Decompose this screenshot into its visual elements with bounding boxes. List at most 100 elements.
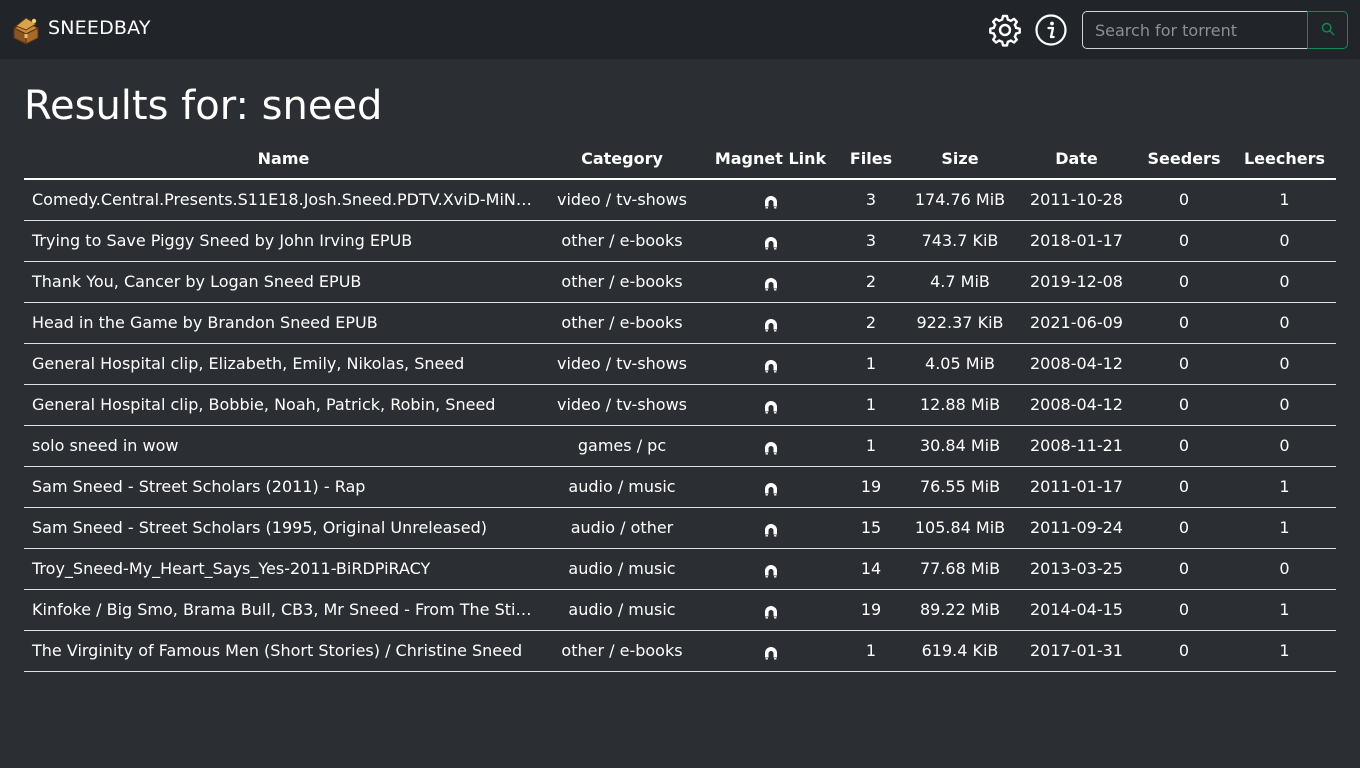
torrent-category-link[interactable]: audio / music	[543, 466, 701, 508]
results-table: Name Category Magnet Link Files Size Dat…	[24, 138, 1336, 672]
torrent-date: 2021-06-09	[1018, 302, 1135, 344]
torrent-files-count: 1	[840, 630, 902, 672]
torrent-name-link[interactable]: Kinfoke / Big Smo, Brama Bull, CB3, Mr S…	[24, 589, 543, 631]
torrent-files-count: 2	[840, 261, 902, 303]
torrent-category-link[interactable]: audio / music	[543, 589, 701, 631]
torrent-size: 174.76 MiB	[902, 179, 1018, 221]
torrent-category-link[interactable]: other / e-books	[543, 630, 701, 672]
torrent-files-count: 1	[840, 425, 902, 467]
table-row: Kinfoke / Big Smo, Brama Bull, CB3, Mr S…	[24, 589, 1336, 631]
torrent-size: 77.68 MiB	[902, 548, 1018, 590]
torrent-seeders: 0	[1135, 343, 1233, 385]
column-header-files[interactable]: Files	[840, 138, 902, 180]
torrent-leechers: 0	[1233, 384, 1336, 426]
torrent-date: 2014-04-15	[1018, 589, 1135, 631]
column-header-name[interactable]: Name	[24, 138, 543, 180]
torrent-size: 89.22 MiB	[902, 589, 1018, 631]
torrent-files-count: 19	[840, 589, 902, 631]
torrent-files-count: 3	[840, 220, 902, 262]
torrent-leechers: 1	[1233, 179, 1336, 221]
gear-icon[interactable]	[988, 13, 1022, 47]
torrent-name-link[interactable]: General Hospital clip, Bobbie, Noah, Pat…	[24, 384, 543, 426]
magnet-icon[interactable]	[763, 481, 779, 497]
torrent-leechers: 0	[1233, 343, 1336, 385]
column-header-size[interactable]: Size	[902, 138, 1018, 180]
search-button[interactable]	[1307, 11, 1348, 49]
magnet-icon[interactable]	[763, 276, 779, 292]
magnet-icon[interactable]	[763, 522, 779, 538]
torrent-seeders: 0	[1135, 425, 1233, 467]
magnet-icon[interactable]	[763, 317, 779, 333]
torrent-date: 2008-11-21	[1018, 425, 1135, 467]
magnet-icon[interactable]	[763, 399, 779, 415]
torrent-category-link[interactable]: video / tv-shows	[543, 179, 701, 221]
torrent-leechers: 0	[1233, 302, 1336, 344]
torrent-name-link[interactable]: Trying to Save Piggy Sneed by John Irvin…	[24, 220, 543, 262]
navbar: SNEEDBAY	[0, 0, 1360, 59]
torrent-category-link[interactable]: games / pc	[543, 425, 701, 467]
torrent-name-link[interactable]: General Hospital clip, Elizabeth, Emily,…	[24, 343, 543, 385]
magnet-icon[interactable]	[763, 604, 779, 620]
torrent-name-link[interactable]: Thank You, Cancer by Logan Sneed EPUB	[24, 261, 543, 303]
magnet-icon[interactable]	[763, 563, 779, 579]
magnet-cell	[701, 384, 840, 426]
torrent-name-link[interactable]: Sam Sneed - Street Scholars (1995, Origi…	[24, 507, 543, 549]
table-row: solo sneed in wow games / pc 1 30.84 MiB 200…	[24, 425, 1336, 467]
magnet-cell	[701, 343, 840, 385]
torrent-name-link[interactable]: Head in the Game by Brandon Sneed EPUB	[24, 302, 543, 344]
magnet-cell	[701, 179, 840, 221]
column-header-seeders[interactable]: Seeders	[1135, 138, 1233, 180]
torrent-category-link[interactable]: other / e-books	[543, 302, 701, 344]
info-icon[interactable]	[1034, 13, 1068, 47]
torrent-seeders: 0	[1135, 630, 1233, 672]
torrent-leechers: 1	[1233, 630, 1336, 672]
torrent-leechers: 1	[1233, 466, 1336, 508]
magnet-icon[interactable]	[763, 194, 779, 210]
torrent-leechers: 0	[1233, 425, 1336, 467]
column-header-date[interactable]: Date	[1018, 138, 1135, 180]
torrent-size: 619.4 KiB	[902, 630, 1018, 672]
table-row: Troy_Sneed-My_Heart_Says_Yes-2011-BiRDPi…	[24, 548, 1336, 590]
torrent-files-count: 1	[840, 384, 902, 426]
torrent-date: 2011-10-28	[1018, 179, 1135, 221]
torrent-name-link[interactable]: Troy_Sneed-My_Heart_Says_Yes-2011-BiRDPi…	[24, 548, 543, 590]
magnet-icon[interactable]	[763, 645, 779, 661]
torrent-name-link[interactable]: solo sneed in wow	[24, 425, 543, 467]
brand-link[interactable]: SNEEDBAY	[10, 14, 151, 46]
column-header-category[interactable]: Category	[543, 138, 701, 180]
torrent-size: 922.37 KiB	[902, 302, 1018, 344]
search-input[interactable]	[1082, 11, 1308, 49]
torrent-date: 2008-04-12	[1018, 343, 1135, 385]
torrent-size: 4.7 MiB	[902, 261, 1018, 303]
torrent-category-link[interactable]: video / tv-shows	[543, 384, 701, 426]
torrent-name-link[interactable]: Comedy.Central.Presents.S11E18.Josh.Snee…	[24, 179, 543, 221]
magnet-cell	[701, 548, 840, 590]
torrent-files-count: 2	[840, 302, 902, 344]
torrent-seeders: 0	[1135, 384, 1233, 426]
magnet-icon[interactable]	[763, 358, 779, 374]
torrent-size: 12.88 MiB	[902, 384, 1018, 426]
magnet-cell	[701, 630, 840, 672]
table-row: Sam Sneed - Street Scholars (2011) - Rap…	[24, 466, 1336, 508]
torrent-category-link[interactable]: other / e-books	[543, 261, 701, 303]
torrent-category-link[interactable]: other / e-books	[543, 220, 701, 262]
torrent-name-link[interactable]: Sam Sneed - Street Scholars (2011) - Rap	[24, 466, 543, 508]
torrent-category-link[interactable]: audio / other	[543, 507, 701, 549]
magnet-cell	[701, 589, 840, 631]
table-row: The Virginity of Famous Men (Short Stori…	[24, 630, 1336, 672]
torrent-size: 4.05 MiB	[902, 343, 1018, 385]
torrent-name-link[interactable]: The Virginity of Famous Men (Short Stori…	[24, 630, 543, 672]
torrent-seeders: 0	[1135, 466, 1233, 508]
results-body: Comedy.Central.Presents.S11E18.Josh.Snee…	[24, 179, 1336, 672]
treasure-chest-icon	[10, 14, 42, 46]
search-icon	[1321, 22, 1335, 39]
magnet-icon[interactable]	[763, 235, 779, 251]
torrent-size: 743.7 KiB	[902, 220, 1018, 262]
torrent-category-link[interactable]: video / tv-shows	[543, 343, 701, 385]
torrent-category-link[interactable]: audio / music	[543, 548, 701, 590]
column-header-leechers[interactable]: Leechers	[1233, 138, 1336, 180]
torrent-seeders: 0	[1135, 261, 1233, 303]
torrent-date: 2011-01-17	[1018, 466, 1135, 508]
torrent-leechers: 0	[1233, 220, 1336, 262]
magnet-icon[interactable]	[763, 440, 779, 456]
